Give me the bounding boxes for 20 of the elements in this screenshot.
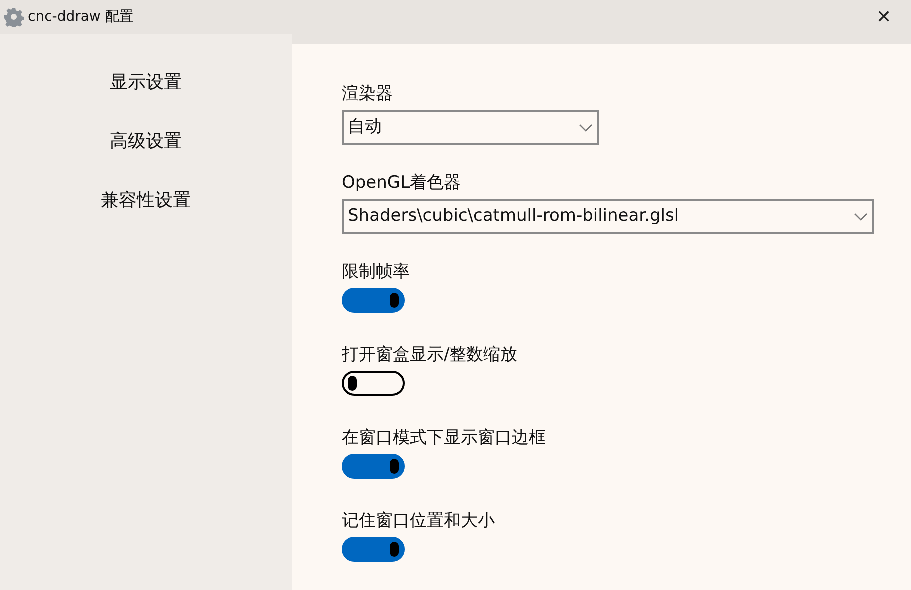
dropdown[interactable]: Shaders\cubic\catmull-rom-bilinear.glsl (342, 199, 874, 234)
toggle-switch[interactable] (342, 454, 405, 479)
setting-label: 在窗口模式下显示窗口边框 (342, 427, 547, 450)
setting-label: OpenGL着色器 (342, 172, 462, 195)
setting-label: 记住窗口位置和大小 (342, 510, 496, 533)
window-title: cnc-ddraw 配置 (28, 8, 134, 26)
sidebar-item[interactable]: 显示设置 (110, 66, 182, 125)
dropdown[interactable]: 自动 (342, 110, 599, 145)
chevron-icon (854, 212, 868, 220)
toggle-switch[interactable] (342, 371, 405, 396)
toggle-switch[interactable] (342, 288, 405, 313)
setting-label: 打开窗盒显示/整数缩放 (342, 344, 519, 367)
sidebar-item[interactable]: 兼容性设置 (101, 184, 191, 243)
sidebar-item[interactable]: 高级设置 (110, 125, 182, 184)
setting-label: 限制帧率 (342, 261, 411, 284)
setting-label: 渲染器 (342, 83, 394, 106)
toggle-switch[interactable] (342, 537, 405, 562)
close-button[interactable]: ✕ (861, 0, 907, 34)
chevron-icon (579, 124, 593, 132)
gear-icon (4, 7, 24, 27)
